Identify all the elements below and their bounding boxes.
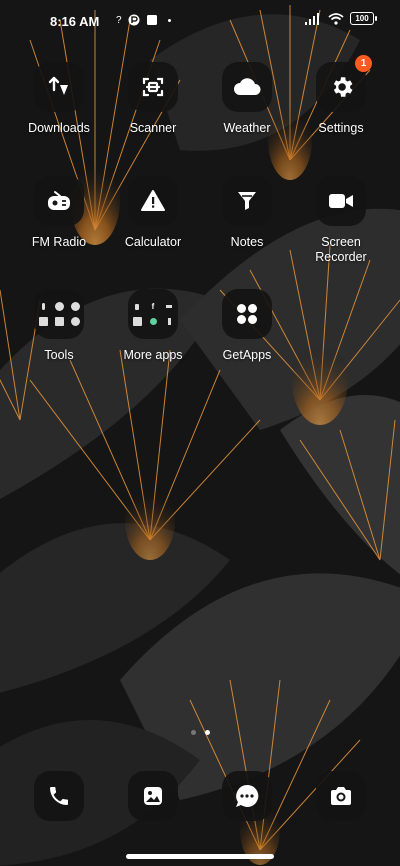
recorder-mini-icon [39, 302, 48, 311]
data-saver-icon: ? [116, 14, 122, 26]
app-label: FM Radio [31, 235, 87, 249]
getapps-icon [222, 289, 272, 339]
status-right-icons: 100 [304, 12, 377, 25]
app-getapps[interactable]: GetApps [202, 289, 292, 363]
app-label: Settings [318, 121, 364, 135]
status-notification-icons: ? [116, 14, 171, 26]
page-dot[interactable] [190, 730, 196, 735]
folder-tools[interactable]: Tools [14, 289, 104, 363]
app-label: Calculator [124, 235, 182, 249]
app-notes[interactable]: Notes [202, 176, 292, 250]
pause-mini-icon [165, 317, 174, 326]
clock-mini-icon [54, 302, 64, 311]
image-notification-icon [146, 15, 157, 25]
scanner-icon [128, 62, 178, 112]
tools-folder-icon [34, 289, 84, 339]
app-scanner[interactable]: Scanner [108, 62, 198, 136]
battery-icon: 100 [350, 12, 377, 25]
app-label: Weather [223, 121, 271, 135]
calculator-icon [128, 176, 178, 226]
status-bar: 8:16 AM ? 100 [0, 0, 400, 44]
home-indicator[interactable] [126, 854, 274, 859]
compass-mini-icon [70, 302, 80, 311]
app-fm-radio[interactable]: FM Radio [14, 176, 104, 250]
notes-icon [222, 176, 272, 226]
downloads-icon [34, 62, 84, 112]
mic-mini-icon [38, 317, 48, 326]
app-settings[interactable]: 1 Settings [296, 55, 386, 136]
app-label: Downloads [28, 121, 90, 135]
camera-icon [316, 771, 366, 821]
app-screen-recorder[interactable]: Screen Recorder [296, 176, 386, 265]
app-label: Tools [44, 348, 74, 362]
radio-icon [34, 176, 84, 226]
dock-gallery[interactable] [108, 771, 198, 821]
app-weather[interactable]: Weather [202, 62, 292, 136]
app-calculator[interactable]: Calculator [108, 176, 198, 250]
app-label: Screen Recorder [315, 235, 367, 264]
app-label: Scanner [129, 121, 177, 135]
page-indicator [0, 730, 400, 735]
app-notification-icon [128, 14, 140, 26]
people-mini-icon [70, 317, 80, 326]
app-label: More apps [123, 348, 183, 362]
settings-icon: 1 [316, 55, 372, 112]
tv-mini-icon [132, 317, 142, 326]
dock-messages[interactable] [202, 771, 292, 821]
wifi-icon [328, 12, 344, 25]
play-store-mini-icon [133, 302, 142, 311]
more-notifications-dot [167, 18, 171, 22]
screen-recorder-icon [316, 176, 366, 226]
file-mini-icon [54, 317, 64, 326]
phone-icon [34, 771, 84, 821]
notification-badge: 1 [355, 55, 372, 72]
app-label: GetApps [222, 348, 272, 362]
app-downloads[interactable]: Downloads [14, 62, 104, 136]
dock [0, 771, 400, 821]
messages-icon [222, 771, 272, 821]
more-apps-folder-icon: f [128, 289, 178, 339]
folder-more-apps[interactable]: f More apps [108, 289, 198, 363]
menu-mini-icon [165, 302, 174, 311]
app-label: Notes [230, 235, 264, 249]
weather-icon [222, 62, 272, 112]
page-dot-active[interactable] [204, 730, 210, 735]
signal-icon [305, 12, 319, 25]
gallery-icon [128, 771, 178, 821]
dock-phone[interactable] [14, 771, 104, 821]
facebook-mini-icon: f [151, 302, 155, 311]
dock-camera[interactable] [296, 771, 386, 821]
status-time: 8:16 AM [50, 14, 100, 29]
green-app-mini-icon [149, 317, 158, 326]
